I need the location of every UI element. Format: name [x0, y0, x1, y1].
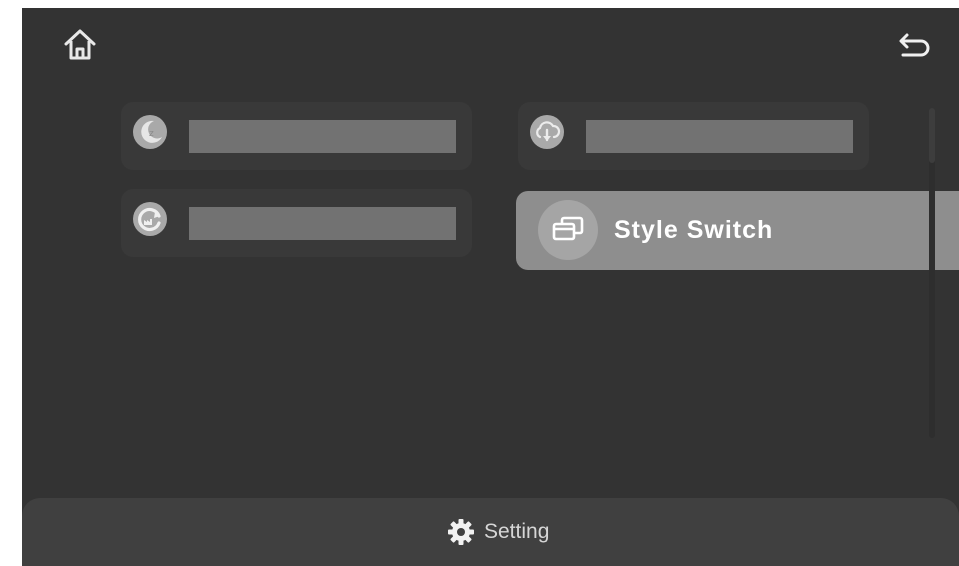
sleep-setting-item[interactable]: z: [121, 102, 472, 170]
svg-text:z: z: [149, 129, 154, 139]
bottom-nav-bar: Setting: [22, 498, 959, 566]
setting-tab[interactable]: Setting: [446, 498, 549, 566]
redacted-label: [586, 120, 853, 153]
back-arrow-icon: [899, 33, 930, 57]
style-switch-item[interactable]: Style Switch: [516, 191, 959, 270]
redacted-label: [189, 120, 456, 153]
scrollbar-thumb[interactable]: [929, 108, 935, 163]
setting-label: Setting: [484, 520, 550, 543]
update-setting-item[interactable]: [518, 102, 869, 170]
restore-setting-item[interactable]: [121, 189, 472, 257]
home-button[interactable]: [58, 22, 102, 66]
home-icon: [64, 29, 96, 60]
cloud-download-icon: [530, 115, 564, 149]
redacted-label: [189, 207, 456, 240]
back-button[interactable]: [892, 22, 936, 66]
sleep-moon-icon: z: [133, 115, 167, 149]
gear-icon: [448, 519, 474, 545]
style-switch-icon: [538, 200, 598, 260]
settings-screen: z Style Switch Setting: [22, 8, 959, 566]
style-switch-label: Style Switch: [614, 216, 774, 244]
factory-reset-icon: [133, 202, 167, 236]
